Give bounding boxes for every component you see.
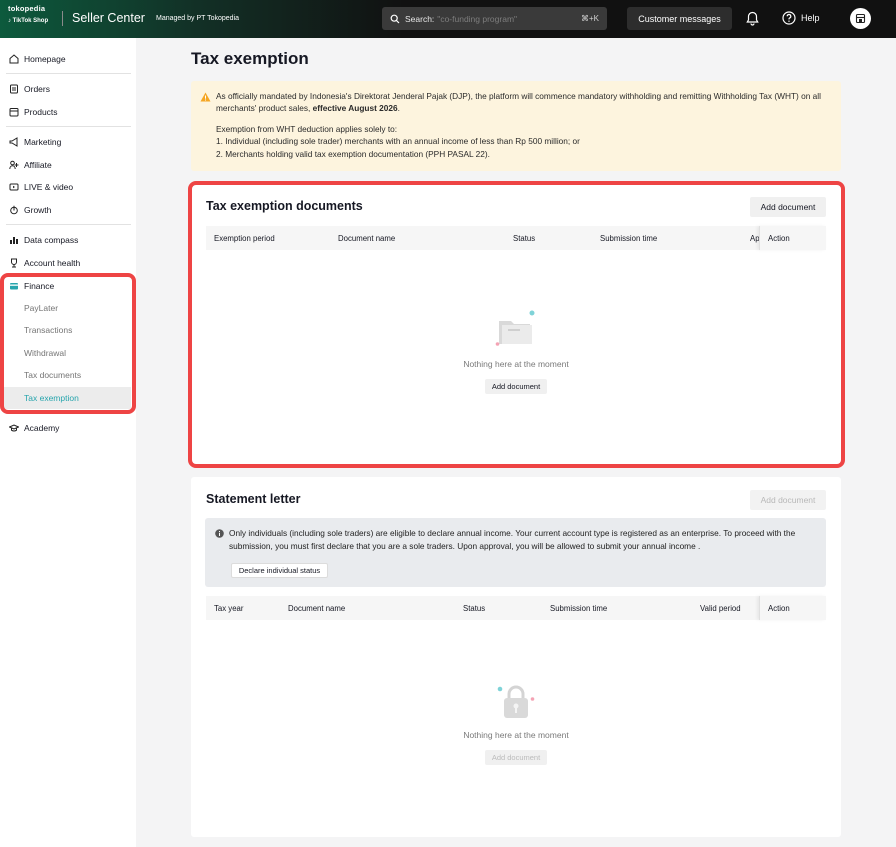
bell-icon[interactable] [745, 11, 760, 26]
notice-text: As officially mandated by Indonesia's Di… [216, 91, 821, 114]
sidebar-item-orders[interactable]: Orders [0, 78, 136, 100]
app-title: Seller Center [72, 11, 145, 25]
sidebar-item-label: LIVE & video [24, 182, 74, 192]
shop-icon [855, 13, 866, 24]
col-valid-period: Valid period [700, 604, 741, 613]
wht-notice-banner: As officially mandated by Indonesia's Di… [191, 81, 841, 171]
megaphone-icon [9, 137, 18, 147]
brand-divider [62, 11, 63, 26]
section-title: Statement letter [206, 492, 301, 506]
sidebar-item-products[interactable]: Products [0, 101, 136, 123]
search-input[interactable]: Search: "co-funding program" ⌘+K [382, 7, 607, 30]
sidebar-item-label: Data compass [24, 235, 79, 245]
affiliate-icon [9, 160, 19, 170]
top-bar: tokopedia ♪ TikTok Shop Seller Center Ma… [0, 0, 896, 38]
notice-point-1: 1. Individual (including sole trader) me… [216, 136, 580, 147]
customer-messages-button[interactable]: Customer messages [627, 7, 732, 30]
divider [6, 73, 131, 74]
empty-add-statement-button[interactable]: Add document [485, 750, 547, 765]
divider [6, 126, 131, 127]
orders-icon [10, 84, 18, 94]
products-icon [9, 108, 19, 117]
sticky-action-col: Action [759, 596, 826, 620]
divider [6, 224, 131, 225]
help-icon [782, 11, 796, 25]
video-icon [9, 183, 19, 191]
search-placeholder: "co-funding program" [437, 13, 518, 24]
page-title: Tax exemption [191, 49, 309, 68]
sidebar-item-label: Orders [24, 84, 50, 94]
help-button[interactable]: Help [782, 11, 820, 25]
col-tax-year: Tax year [214, 604, 244, 613]
col-action: Action [768, 604, 790, 613]
sidebar-item-label: Products [24, 107, 58, 117]
sidebar-item-label: Growth [24, 205, 52, 215]
search-icon [390, 14, 400, 23]
brand-tokopedia: tokopedia [8, 4, 46, 13]
finance-highlight-box [0, 273, 136, 414]
sidebar-item-homepage[interactable]: Homepage [0, 48, 136, 70]
add-statement-button[interactable]: Add document [750, 490, 826, 510]
search-label: Search: [405, 13, 435, 24]
info-text: Only individuals (including sole traders… [229, 528, 796, 551]
brand-logo[interactable]: tokopedia ♪ TikTok Shop [8, 4, 60, 24]
sidebar-item-label: Academy [24, 423, 60, 433]
sidebar-item-label: Marketing [24, 137, 62, 147]
declare-individual-status-button[interactable]: Declare individual status [231, 563, 328, 578]
sidebar-item-account-health[interactable]: Account health [0, 252, 136, 274]
notice-point-2: 2. Merchants holding valid tax exemption… [216, 148, 490, 159]
home-icon [9, 54, 19, 64]
empty-lock-icon [497, 685, 535, 718]
exemption-documents-highlight-box [188, 181, 845, 468]
warning-icon [200, 92, 211, 102]
sidebar-item-live-video[interactable]: LIVE & video [0, 176, 136, 198]
sidebar-item-growth[interactable]: Growth [0, 199, 136, 221]
sidebar-item-affiliate[interactable]: Affiliate [0, 154, 136, 176]
trophy-icon [11, 258, 17, 268]
growth-icon [10, 205, 18, 215]
sidebar-item-academy[interactable]: Academy [0, 417, 136, 439]
sidebar-item-label: Affiliate [24, 160, 52, 170]
search-shortcut: ⌘+K [580, 14, 599, 23]
sidebar-item-label: Homepage [24, 54, 66, 64]
info-icon [215, 529, 224, 538]
statement-table-header: Tax year Document name Status Submission… [206, 596, 826, 620]
col-document-name: Document name [288, 604, 346, 613]
col-status: Status [463, 604, 486, 613]
empty-state-text: Nothing here at the moment [463, 730, 569, 740]
help-label: Help [801, 13, 820, 23]
managed-by-text: Managed by PT Tokopedia [156, 15, 240, 22]
notice-intro: Exemption from WHT deduction applies sol… [216, 123, 398, 134]
sidebar-item-data-compass[interactable]: Data compass [0, 229, 136, 251]
brand-tiktok-shop: ♪ TikTok Shop [8, 18, 49, 24]
graduation-cap-icon [9, 424, 19, 432]
sidebar-item-label: Account health [24, 258, 81, 268]
col-submission-time: Submission time [550, 604, 608, 613]
avatar[interactable] [850, 8, 871, 29]
chart-icon [10, 237, 18, 244]
sidebar-item-marketing[interactable]: Marketing [0, 131, 136, 153]
